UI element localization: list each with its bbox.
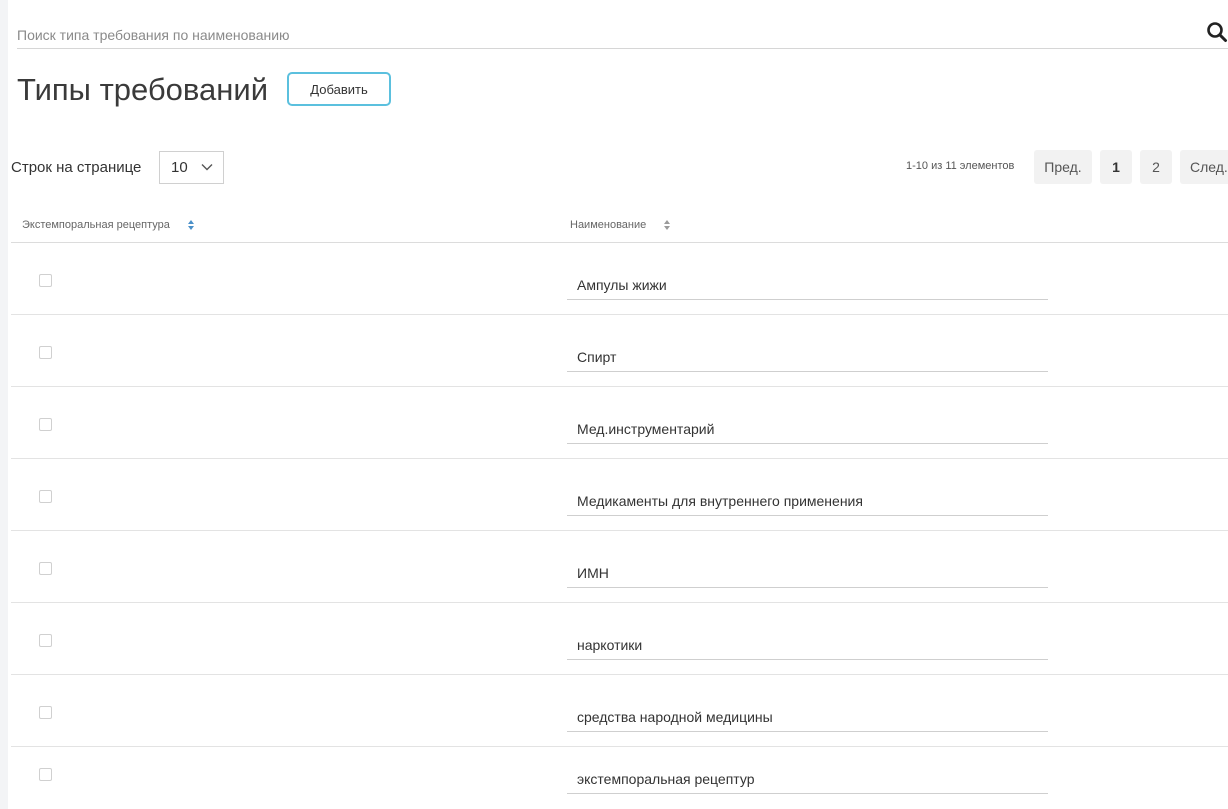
page-2-button[interactable]: 2	[1140, 150, 1172, 184]
extemporal-checkbox[interactable]	[39, 346, 52, 359]
name-field[interactable]: Спирт	[567, 345, 1048, 372]
rows-per-page-select[interactable]: 10	[159, 151, 224, 184]
page-1-button[interactable]: 1	[1100, 150, 1132, 184]
column-header-label: Экстемпоральная рецептура	[22, 219, 170, 231]
name-text: Мед.инструментарий	[577, 421, 715, 437]
table-row: Медикаменты для внутреннего применения	[11, 459, 1228, 531]
name-field[interactable]: Ампулы жижи	[567, 273, 1048, 300]
name-text: Медикаменты для внутреннего применения	[577, 493, 863, 509]
name-field[interactable]: экстемпоральная рецептур	[567, 767, 1048, 794]
table-row: Ампулы жижи	[11, 243, 1228, 315]
search-icon[interactable]	[1206, 21, 1228, 43]
extemporal-checkbox[interactable]	[39, 418, 52, 431]
column-header-extemporal[interactable]: Экстемпоральная рецептура	[22, 217, 195, 233]
table-row: Мед.инструментарий	[11, 387, 1228, 459]
sort-icon	[187, 220, 194, 231]
chevron-down-icon	[201, 164, 213, 171]
pagination-info: 1-10 из 11 элементов	[906, 160, 1015, 172]
extemporal-checkbox[interactable]	[39, 768, 52, 781]
name-field[interactable]: Медикаменты для внутреннего применения	[567, 489, 1048, 516]
name-text: средства народной медицины	[577, 709, 773, 725]
extemporal-checkbox[interactable]	[39, 490, 52, 503]
extemporal-checkbox[interactable]	[39, 634, 52, 647]
column-header-name[interactable]: Наименование	[570, 217, 671, 233]
name-text: наркотики	[577, 637, 643, 653]
name-text: экстемпоральная рецептур	[577, 771, 755, 787]
left-edge-panel	[0, 0, 8, 809]
search-input[interactable]	[17, 24, 1187, 46]
extemporal-checkbox[interactable]	[39, 274, 52, 287]
extemporal-checkbox[interactable]	[39, 562, 52, 575]
name-text: Спирт	[577, 349, 617, 365]
next-page-button[interactable]: След.	[1180, 150, 1228, 184]
rows-per-page-label: Строк на странице	[11, 159, 142, 176]
add-button[interactable]: Добавить	[287, 72, 391, 106]
sort-icon	[664, 220, 671, 231]
table-row: экстемпоральная рецептур	[11, 737, 1228, 809]
name-field[interactable]: наркотики	[567, 633, 1048, 660]
table-row: Спирт	[11, 315, 1228, 387]
extemporal-checkbox[interactable]	[39, 706, 52, 719]
table-row: наркотики	[11, 603, 1228, 675]
table-row: ИМН	[11, 531, 1228, 603]
page-title: Типы требований	[17, 72, 269, 107]
name-field[interactable]: средства народной медицины	[567, 705, 1048, 732]
name-field[interactable]: ИМН	[567, 561, 1048, 588]
name-text: ИМН	[577, 565, 609, 581]
rows-per-page-value: 10	[171, 159, 188, 176]
column-header-label: Наименование	[570, 219, 647, 231]
prev-page-button[interactable]: Пред.	[1034, 150, 1092, 184]
name-text: Ампулы жижи	[577, 277, 667, 293]
name-field[interactable]: Мед.инструментарий	[567, 417, 1048, 444]
search-bar	[17, 18, 1228, 49]
